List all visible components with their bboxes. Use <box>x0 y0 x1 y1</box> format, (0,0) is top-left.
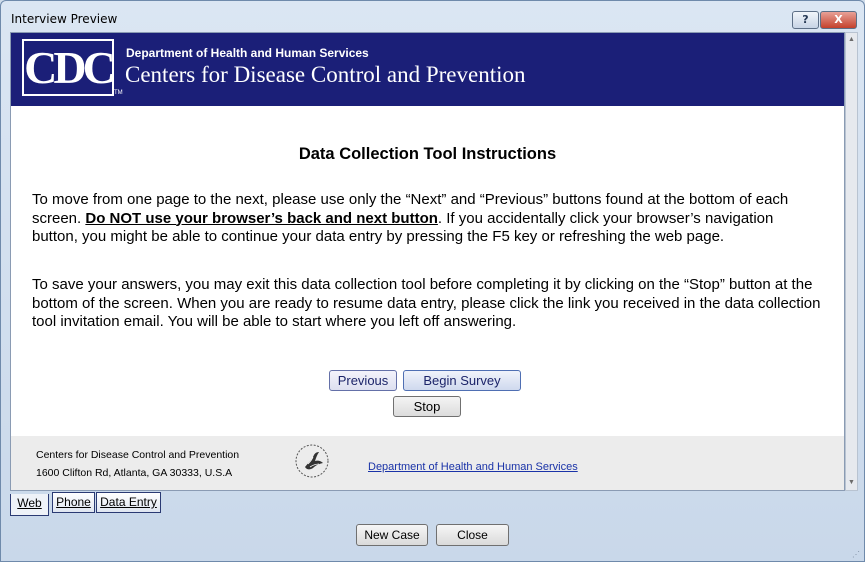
cdc-banner: CDC TM Department of Health and Human Se… <box>11 33 844 106</box>
hhs-link[interactable]: Department of Health and Human Services <box>368 461 578 473</box>
window-close-button[interactable]: X <box>820 11 857 29</box>
scroll-up-arrow-icon[interactable]: ▲ <box>846 33 857 47</box>
instructions-paragraph-saving: To save your answers, you may exit this … <box>32 276 821 330</box>
page-footer: Centers for Disease Control and Preventi… <box>11 436 844 490</box>
agency-title: Centers for Disease Control and Preventi… <box>125 62 526 87</box>
trademark-mark: TM <box>114 90 123 96</box>
tab-web[interactable]: Web <box>10 494 49 516</box>
tab-phone-label: Phone <box>56 495 91 509</box>
tab-data-entry[interactable]: Data Entry <box>96 492 161 513</box>
vertical-scrollbar[interactable]: ▲ ▼ <box>845 32 858 491</box>
cdc-logo: CDC <box>22 39 116 96</box>
tab-phone[interactable]: Phone <box>52 492 95 513</box>
begin-survey-button[interactable]: Begin Survey <box>403 370 521 391</box>
previous-button[interactable]: Previous <box>329 370 397 391</box>
help-button[interactable]: ? <box>792 11 819 29</box>
cdc-logo-text: CDC <box>24 42 116 93</box>
new-case-button[interactable]: New Case <box>356 524 428 546</box>
instructions-paragraph-navigation: To move from one page to the next, pleas… <box>32 191 822 247</box>
hhs-eagle-icon <box>295 444 329 478</box>
tab-web-label: Web <box>17 496 42 510</box>
stop-button[interactable]: Stop <box>393 396 461 417</box>
instructions-warning: Do NOT use your browser’s back and next … <box>85 209 438 227</box>
resize-grip-icon[interactable]: ⋰ <box>852 550 862 560</box>
web-preview-pane: CDC TM Department of Health and Human Se… <box>10 32 845 491</box>
page-title: Data Collection Tool Instructions <box>298 145 557 163</box>
close-button[interactable]: Close <box>436 524 509 546</box>
window-title: Interview Preview <box>11 12 118 26</box>
scroll-down-arrow-icon[interactable]: ▼ <box>846 476 857 490</box>
title-bar[interactable]: Interview Preview ? X <box>1 1 864 31</box>
department-title: Department of Health and Human Services <box>126 46 369 60</box>
footer-address: 1600 Clifton Rd, Atlanta, GA 30333, U.S.… <box>36 467 233 479</box>
tab-data-entry-label: Data Entry <box>100 495 157 509</box>
interview-preview-window: Interview Preview ? X CDC TM Department … <box>0 0 865 562</box>
footer-organization: Centers for Disease Control and Preventi… <box>36 449 240 461</box>
